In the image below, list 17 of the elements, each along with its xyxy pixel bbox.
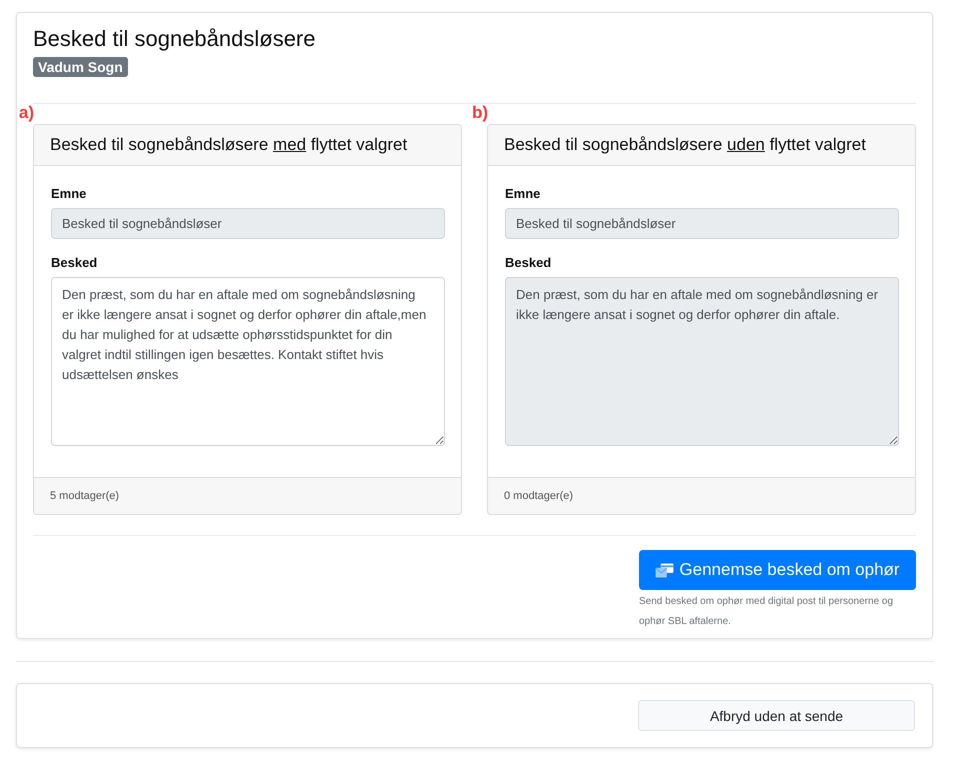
field-label: Besked — [51, 255, 98, 271]
message-textarea[interactable]: Den præst, som du har en aftale med om sognebåndsløsning er ikke længere ansat i sognet og derfor ophører din aftale,men du har mulighed for at udsætte ophørsstidspunktet for din valgret indtil stillingen igen besættes. Kontakt stiftet hvis udsættelsen ønskes — [51, 277, 445, 446]
annotation-label: a) — [18, 104, 34, 122]
page-title: Besked til sognebåndsløsere — [33, 26, 316, 52]
recipient-count: 5 modtager(e) — [34, 477, 461, 514]
panel-title: Besked til sognebåndsløsere med flyttet valgret — [34, 125, 461, 166]
help-text: Send besked om ophør med digital post til personerne og ophør SBL aftalerne. — [639, 595, 894, 629]
cancel-button[interactable]: Afbryd uden at sende — [638, 700, 915, 731]
envelopes-icon — [655, 562, 674, 578]
panel-title: Besked til sognebåndsløsere uden flyttet valgret — [488, 125, 915, 166]
review-message-button[interactable]: Gennemse besked om ophør — [639, 550, 916, 590]
field-label: Besked — [505, 255, 552, 271]
field-label: Emne — [505, 186, 542, 202]
parish-badge: Vadum Sogn — [33, 57, 128, 77]
recipient-count: 0 modtager(e) — [488, 477, 915, 514]
field-label: Emne — [51, 186, 88, 202]
annotation-label: b) — [472, 104, 488, 122]
